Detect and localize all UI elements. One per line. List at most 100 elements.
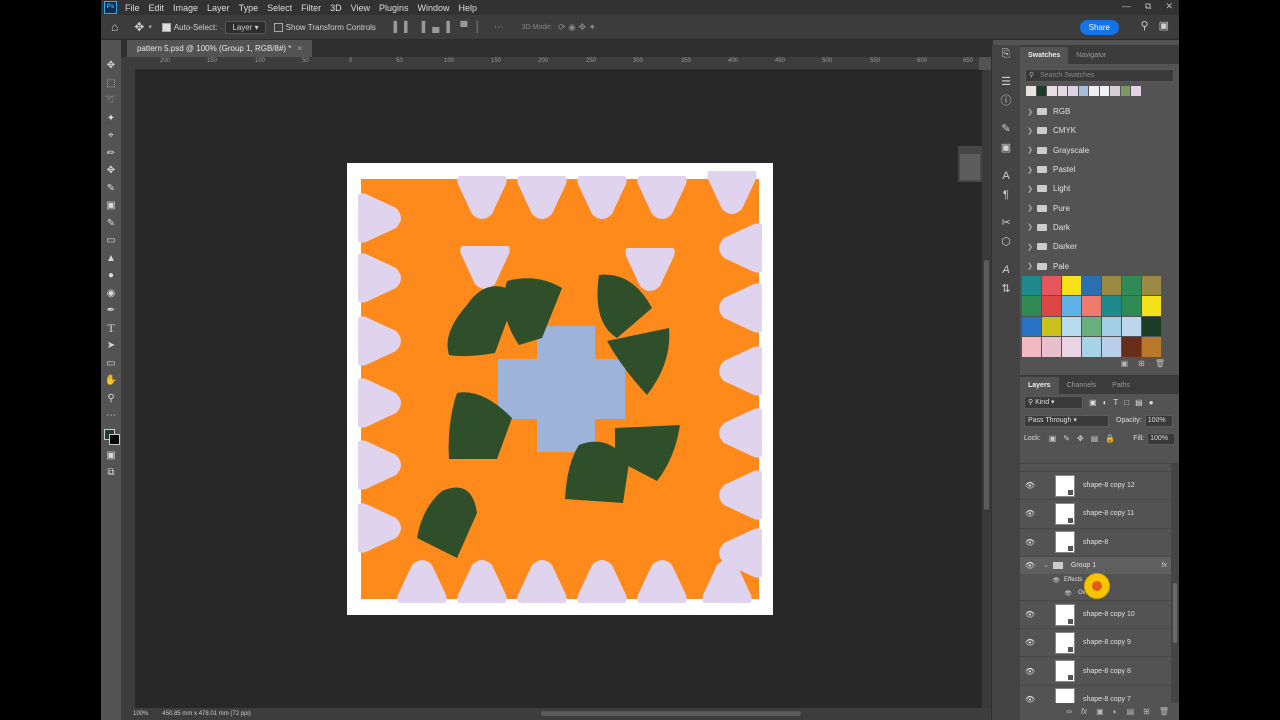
swatch-group-light[interactable]: ❯ Light	[1020, 179, 1179, 198]
filter-pixel-icon[interactable]: ▣	[1089, 398, 1097, 407]
color-swatch[interactable]	[1122, 275, 1141, 296]
background-color[interactable]	[109, 433, 120, 445]
align-center-icon[interactable]: ▌	[404, 22, 411, 33]
menu-image[interactable]: Image	[173, 3, 198, 13]
align-right-icon[interactable]: ▐	[418, 22, 425, 33]
brush-settings-icon[interactable]: ✎	[992, 120, 1020, 140]
show-transform-checkbox[interactable]	[273, 22, 283, 32]
chevron-down-icon[interactable]: ⌄	[1043, 561, 1049, 569]
share-button[interactable]: Share	[1079, 20, 1119, 35]
recent-swatch[interactable]	[1036, 86, 1046, 96]
tab-swatches[interactable]: Swatches	[1020, 47, 1069, 64]
color-swatch[interactable]	[1122, 296, 1141, 316]
path-selection-tool-icon[interactable]: ➤	[101, 337, 121, 355]
layer-row[interactable]: 👁 shape-8 copy 8	[1020, 656, 1171, 684]
menu-3d[interactable]: 3D	[330, 3, 342, 13]
visibility-eye-icon[interactable]: 👁	[1020, 590, 1078, 597]
layer-row[interactable]: 👁 shape-8 copy 9	[1020, 628, 1171, 656]
layer-group-row[interactable]: 👁 ⌄ Group 1 fx	[1020, 555, 1171, 574]
link-layers-icon[interactable]: ∞	[1066, 707, 1072, 716]
glyphs-panel-icon[interactable]: A	[992, 261, 1020, 281]
lock-all-icon[interactable]: 🔒	[1105, 434, 1115, 443]
layer-row[interactable]: 👁 shape-8 copy 12	[1020, 471, 1171, 499]
minimize-icon[interactable]: —	[1122, 1, 1131, 12]
collapsed-panel[interactable]	[958, 146, 982, 182]
restore-icon[interactable]: ⧉	[1145, 1, 1151, 12]
color-swatch[interactable]	[1102, 316, 1121, 337]
color-swatch[interactable]	[1082, 337, 1101, 357]
swatch-group-rgb[interactable]: ❯ RGB	[1020, 102, 1179, 121]
delete-layer-icon[interactable]: 🗑	[1159, 707, 1169, 716]
menu-select[interactable]: Select	[267, 3, 292, 13]
history-brush-tool-icon[interactable]: ✎	[101, 215, 121, 233]
paragraph-panel-icon[interactable]: ¶	[992, 186, 1020, 206]
color-swatch[interactable]	[1062, 296, 1081, 316]
paint-bucket-tool-icon[interactable]: ▲	[101, 250, 121, 268]
document-dimensions[interactable]: 450.85 mm x 478.01 mm (72 ppi)	[162, 711, 250, 717]
lock-transparency-icon[interactable]: ▣	[1049, 434, 1057, 443]
filter-type-icon[interactable]: T	[1113, 398, 1118, 407]
recent-swatch[interactable]	[1078, 86, 1088, 96]
menu-plugins[interactable]: Plugins	[379, 3, 409, 13]
spot-healing-tool-icon[interactable]: ✥	[101, 162, 121, 180]
color-swatch[interactable]	[1062, 275, 1081, 296]
adjustment-layer-icon[interactable]: ◐	[1113, 707, 1118, 716]
swatch-group-darker[interactable]: ❯ Darker	[1020, 237, 1179, 256]
color-swatch[interactable]	[1042, 316, 1061, 337]
recent-swatch[interactable]	[1057, 86, 1067, 96]
blend-mode-dropdown[interactable]: Pass Through ▾	[1024, 414, 1109, 427]
visibility-eye-icon[interactable]: 👁	[1020, 638, 1040, 647]
type-tool-icon[interactable]: T	[101, 320, 121, 338]
visibility-eye-icon[interactable]: 👁	[1020, 481, 1040, 490]
quick-mask-icon[interactable]: ▣	[101, 447, 121, 465]
tab-paths[interactable]: Paths	[1104, 377, 1138, 394]
fill-input[interactable]: 100%	[1147, 432, 1176, 445]
swatches-search-input[interactable]: ⚲ Search Swatches	[1025, 69, 1174, 82]
swatch-group-grayscale[interactable]: ❯ Grayscale	[1020, 141, 1179, 160]
menu-filter[interactable]: Filter	[301, 3, 321, 13]
lock-position-icon[interactable]: ✥	[1077, 434, 1084, 443]
swatch-group-pale[interactable]: ❯ Pale	[1020, 256, 1179, 275]
filter-toggle-icon[interactable]: ●	[1149, 398, 1154, 407]
align-bottom-icon[interactable]: ▀	[460, 22, 467, 33]
new-swatch-icon[interactable]: ⊞	[1138, 359, 1145, 368]
layer-row[interactable]: 👁 shape-8	[1020, 527, 1171, 556]
adjustments-panel-icon[interactable]: ☰	[992, 73, 1020, 93]
canvas-area[interactable]	[136, 70, 982, 708]
dodge-tool-icon[interactable]: ◉	[101, 285, 121, 303]
3d-controls-icon[interactable]: ⟳ ◉ ✥ ✦	[558, 22, 596, 33]
screen-mode-icon[interactable]: ⧉	[101, 464, 121, 482]
filter-shape-icon[interactable]: □	[1124, 398, 1129, 407]
color-swatch[interactable]	[1102, 337, 1121, 357]
layer-filter-kind-dropdown[interactable]: ⚲ Kind ▾	[1024, 396, 1083, 410]
edit-toolbar-icon[interactable]: ⋯	[101, 407, 121, 425]
color-swatch[interactable]	[1142, 296, 1161, 316]
3d-panel-icon[interactable]: ⬡	[992, 233, 1020, 253]
color-swatch[interactable]	[1022, 316, 1041, 337]
color-swatch[interactable]	[1042, 337, 1061, 357]
layer-row[interactable]: 👁 shape-8 copy 10	[1020, 599, 1171, 628]
recent-swatch[interactable]	[1120, 86, 1130, 96]
add-mask-icon[interactable]: ▣	[1096, 707, 1104, 716]
color-swatch[interactable]	[1062, 316, 1081, 337]
properties-panel-icon[interactable]: ⇅	[992, 280, 1020, 300]
color-swatch[interactable]	[1122, 337, 1141, 357]
lock-pixels-icon[interactable]: ✎	[1063, 434, 1070, 443]
tab-channels[interactable]: Channels	[1059, 377, 1105, 394]
tools-presets-icon[interactable]: ✂	[992, 214, 1020, 234]
color-swatch[interactable]	[1122, 316, 1141, 337]
menu-file[interactable]: File	[125, 3, 140, 13]
clone-stamp-tool-icon[interactable]: ▣	[101, 197, 121, 215]
info-panel-icon[interactable]: ⓘ	[992, 92, 1020, 112]
visibility-eye-icon[interactable]: 👁	[1020, 577, 1064, 584]
recent-swatch[interactable]	[1110, 86, 1120, 96]
align-left-icon[interactable]: ▐	[390, 22, 397, 33]
lasso-tool-icon[interactable]: ➰	[101, 92, 121, 110]
lock-artboard-icon[interactable]: ▤	[1091, 434, 1099, 443]
swatch-group-pastel[interactable]: ❯ Pastel	[1020, 160, 1179, 179]
color-swatch[interactable]	[1022, 296, 1041, 316]
search-icon[interactable]: ⚲	[1141, 19, 1149, 32]
close-icon[interactable]: ✕	[1165, 1, 1173, 12]
tab-navigator[interactable]: Navigator	[1068, 47, 1114, 64]
history-panel-icon[interactable]: ⎘	[992, 45, 1020, 65]
